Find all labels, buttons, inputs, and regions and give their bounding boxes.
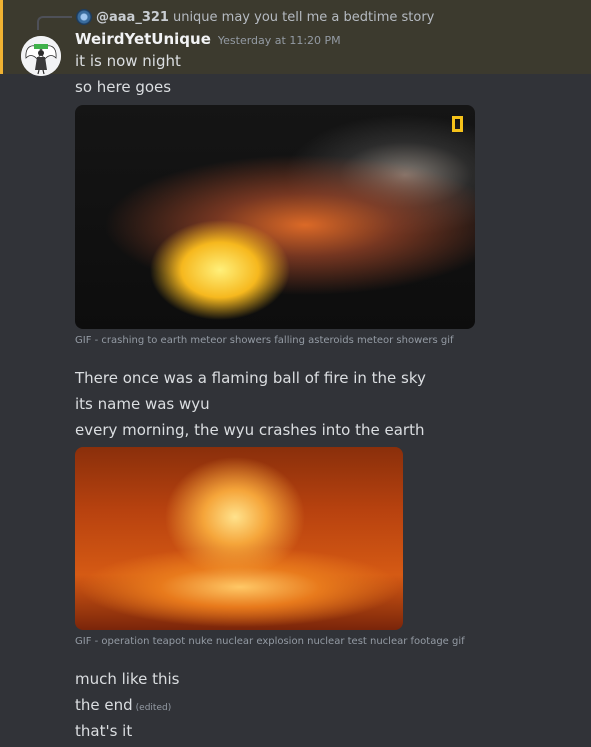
message-line: that's it bbox=[75, 722, 133, 740]
reply-preview[interactable]: @aaa_321 unique may you tell me a bedtim… bbox=[76, 8, 434, 26]
mention-highlight-bar bbox=[0, 0, 3, 74]
gif-embed-meteor[interactable] bbox=[75, 105, 475, 329]
edited-label: (edited) bbox=[135, 703, 172, 713]
message-timestamp[interactable]: Yesterday at 11:20 PM bbox=[218, 34, 341, 47]
national-geographic-logo bbox=[452, 116, 463, 132]
author-name[interactable]: WeirdYetUnique bbox=[75, 30, 211, 48]
avatar[interactable] bbox=[21, 36, 61, 76]
message-line-text: the end bbox=[75, 696, 133, 714]
message-line: There once was a flaming ball of fire in… bbox=[75, 369, 426, 387]
message-line: much like this bbox=[75, 670, 180, 688]
message-line: it is now night bbox=[75, 52, 181, 70]
reply-username[interactable]: @aaa_321 bbox=[96, 10, 169, 25]
gif-caption: GIF - operation teapot nuke nuclear expl… bbox=[75, 636, 465, 647]
message-line: so here goes bbox=[75, 78, 172, 96]
message-line: every morning, the wyu crashes into the … bbox=[75, 421, 425, 439]
winged-figure-icon bbox=[21, 36, 61, 76]
reply-text[interactable]: unique may you tell me a bedtime story bbox=[173, 10, 434, 25]
message-line: the end (edited) bbox=[75, 695, 171, 718]
gif-caption: GIF - crashing to earth meteor showers f… bbox=[75, 335, 454, 346]
message-header: WeirdYetUnique Yesterday at 11:20 PM bbox=[75, 30, 341, 50]
message-line: its name was wyu bbox=[75, 395, 210, 413]
reply-avatar[interactable] bbox=[76, 9, 92, 25]
gif-embed-explosion[interactable] bbox=[75, 447, 403, 630]
reply-spine bbox=[37, 16, 72, 30]
